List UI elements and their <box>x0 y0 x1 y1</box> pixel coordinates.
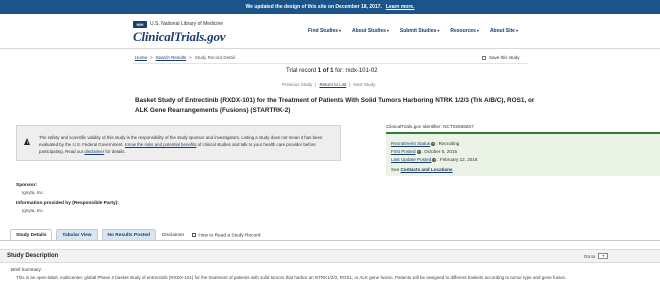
disclaimer-box: ! The safety and scientific validity of … <box>16 125 341 161</box>
nav-about-site[interactable]: About Site▾ <box>490 28 518 34</box>
next-study-link[interactable]: Next Study <box>353 82 375 87</box>
recruitment-status-label[interactable]: Recruitment Status <box>391 141 430 146</box>
record-count: 1 of 1 <box>317 68 334 74</box>
nih-logo[interactable]: NIH <box>133 21 147 28</box>
study-identifier: ClinicalTrials.gov Identifier: NCT025682… <box>386 124 474 129</box>
first-posted-label[interactable]: First Posted <box>391 149 416 154</box>
chevron-down-icon: ▾ <box>476 28 479 33</box>
first-posted-value: : October 6, 2015 <box>421 149 458 154</box>
last-update-value: : February 12, 2018 <box>437 157 478 162</box>
disclaimer-text: The safety and scientific validity of th… <box>39 134 337 155</box>
top-nav: Find Studies▾ About Studies▾ Submit Stud… <box>308 28 518 34</box>
breadcrumb-separator: > <box>150 55 153 60</box>
help-icon[interactable]: ? <box>432 157 437 162</box>
header-divider <box>0 48 660 49</box>
see-label: See <box>391 167 400 172</box>
help-icon[interactable]: ? <box>431 141 436 146</box>
brief-summary-text: This is an open-label, multicenter, glob… <box>16 275 567 280</box>
breadcrumb: Home > Search Results > Study Record Det… <box>135 55 235 60</box>
nav-separator: | <box>349 82 351 87</box>
chevron-down-icon: ▾ <box>339 28 342 33</box>
record-for-label: for: <box>335 68 344 74</box>
first-posted: First Posted?: October 6, 2015 <box>391 149 457 154</box>
info-provided-label: Information provided by (Responsible Par… <box>16 201 119 206</box>
info-provided-value: Ignyta, Inc. <box>22 208 45 213</box>
top-banner: We updated the design of this site on De… <box>0 0 660 14</box>
recruitment-status-value: : Recruiting <box>436 141 460 146</box>
sponsor-label: Sponsor: <box>16 183 38 188</box>
banner-learn-more-link[interactable]: Learn more. <box>386 4 415 10</box>
breadcrumb-home[interactable]: Home <box>135 55 147 60</box>
study-description-header: Study Description Go to ▾ <box>0 249 660 263</box>
how-to-read-label: How to Read a Study Record <box>198 233 261 238</box>
save-study-label: Save this study <box>489 55 520 60</box>
recruitment-status: Recruitment Status?: Recruiting <box>391 141 459 146</box>
contacts-locations-link[interactable]: Contacts and Locations <box>400 167 452 172</box>
nav-resources[interactable]: Resources▾ <box>450 28 479 34</box>
breadcrumb-divider <box>133 63 528 64</box>
document-icon <box>192 232 197 237</box>
last-update-posted: Last Update Posted?: February 12, 2018 <box>391 157 477 162</box>
risks-benefits-link[interactable]: Know the risks and potential benefits <box>125 142 197 147</box>
goto-select[interactable]: ▾ <box>598 253 609 259</box>
save-checkbox[interactable] <box>482 55 486 60</box>
study-title: Basket Study of Entrectinib (RXDX-101) f… <box>135 97 535 114</box>
trial-record-heading: Trial record 1 of 1 for: rxdx-101-02 <box>286 68 378 74</box>
contacts-line: See Contacts and Locations <box>391 167 453 172</box>
warning-mark: ! <box>26 139 28 145</box>
chevron-down-icon: ▾ <box>386 28 389 33</box>
previous-study-link[interactable]: Previous Study <box>282 82 312 87</box>
brief-summary-label: Brief Summary: <box>11 267 43 272</box>
nlm-name[interactable]: U.S. National Library of Medicine <box>150 21 223 27</box>
nav-about-studies[interactable]: About Studies▾ <box>352 28 389 34</box>
record-prefix: Trial record <box>286 68 317 74</box>
goto-control: Go to ▾ <box>584 253 609 259</box>
record-navigation: Previous Study | Return to List | Next S… <box>282 82 375 87</box>
chevron-down-icon: ▾ <box>515 28 518 33</box>
tab-divider <box>0 240 660 241</box>
study-description-title: Study Description <box>7 253 59 259</box>
breadcrumb-current: Study Record Detail <box>194 55 235 60</box>
breadcrumb-separator: > <box>189 55 192 60</box>
disclaimer-link[interactable]: disclaimer <box>84 149 104 154</box>
last-update-label[interactable]: Last Update Posted <box>391 157 431 162</box>
banner-message: We updated the design of this site on De… <box>245 4 382 10</box>
disclaimer-text-3: for details. <box>105 149 126 154</box>
nav-find-studies[interactable]: Find Studies▾ <box>308 28 341 34</box>
sponsor-value: Ignyta, Inc. <box>22 190 45 195</box>
site-logo[interactable]: ClinicalTrials.gov <box>133 29 226 45</box>
save-study-toggle[interactable]: Save this study <box>482 55 520 60</box>
return-to-list-link[interactable]: Return to List <box>319 82 346 87</box>
nav-separator: | <box>315 82 317 87</box>
breadcrumb-search-results[interactable]: Search Results <box>156 55 187 60</box>
nav-submit-studies[interactable]: Submit Studies▾ <box>400 28 439 34</box>
chevron-down-icon: ▾ <box>437 28 440 33</box>
record-query: rxdx-101-02 <box>345 68 378 74</box>
goto-label: Go to <box>584 253 596 259</box>
help-icon[interactable]: ? <box>416 149 421 154</box>
status-box: Recruitment Status?: Recruiting First Po… <box>386 132 660 176</box>
